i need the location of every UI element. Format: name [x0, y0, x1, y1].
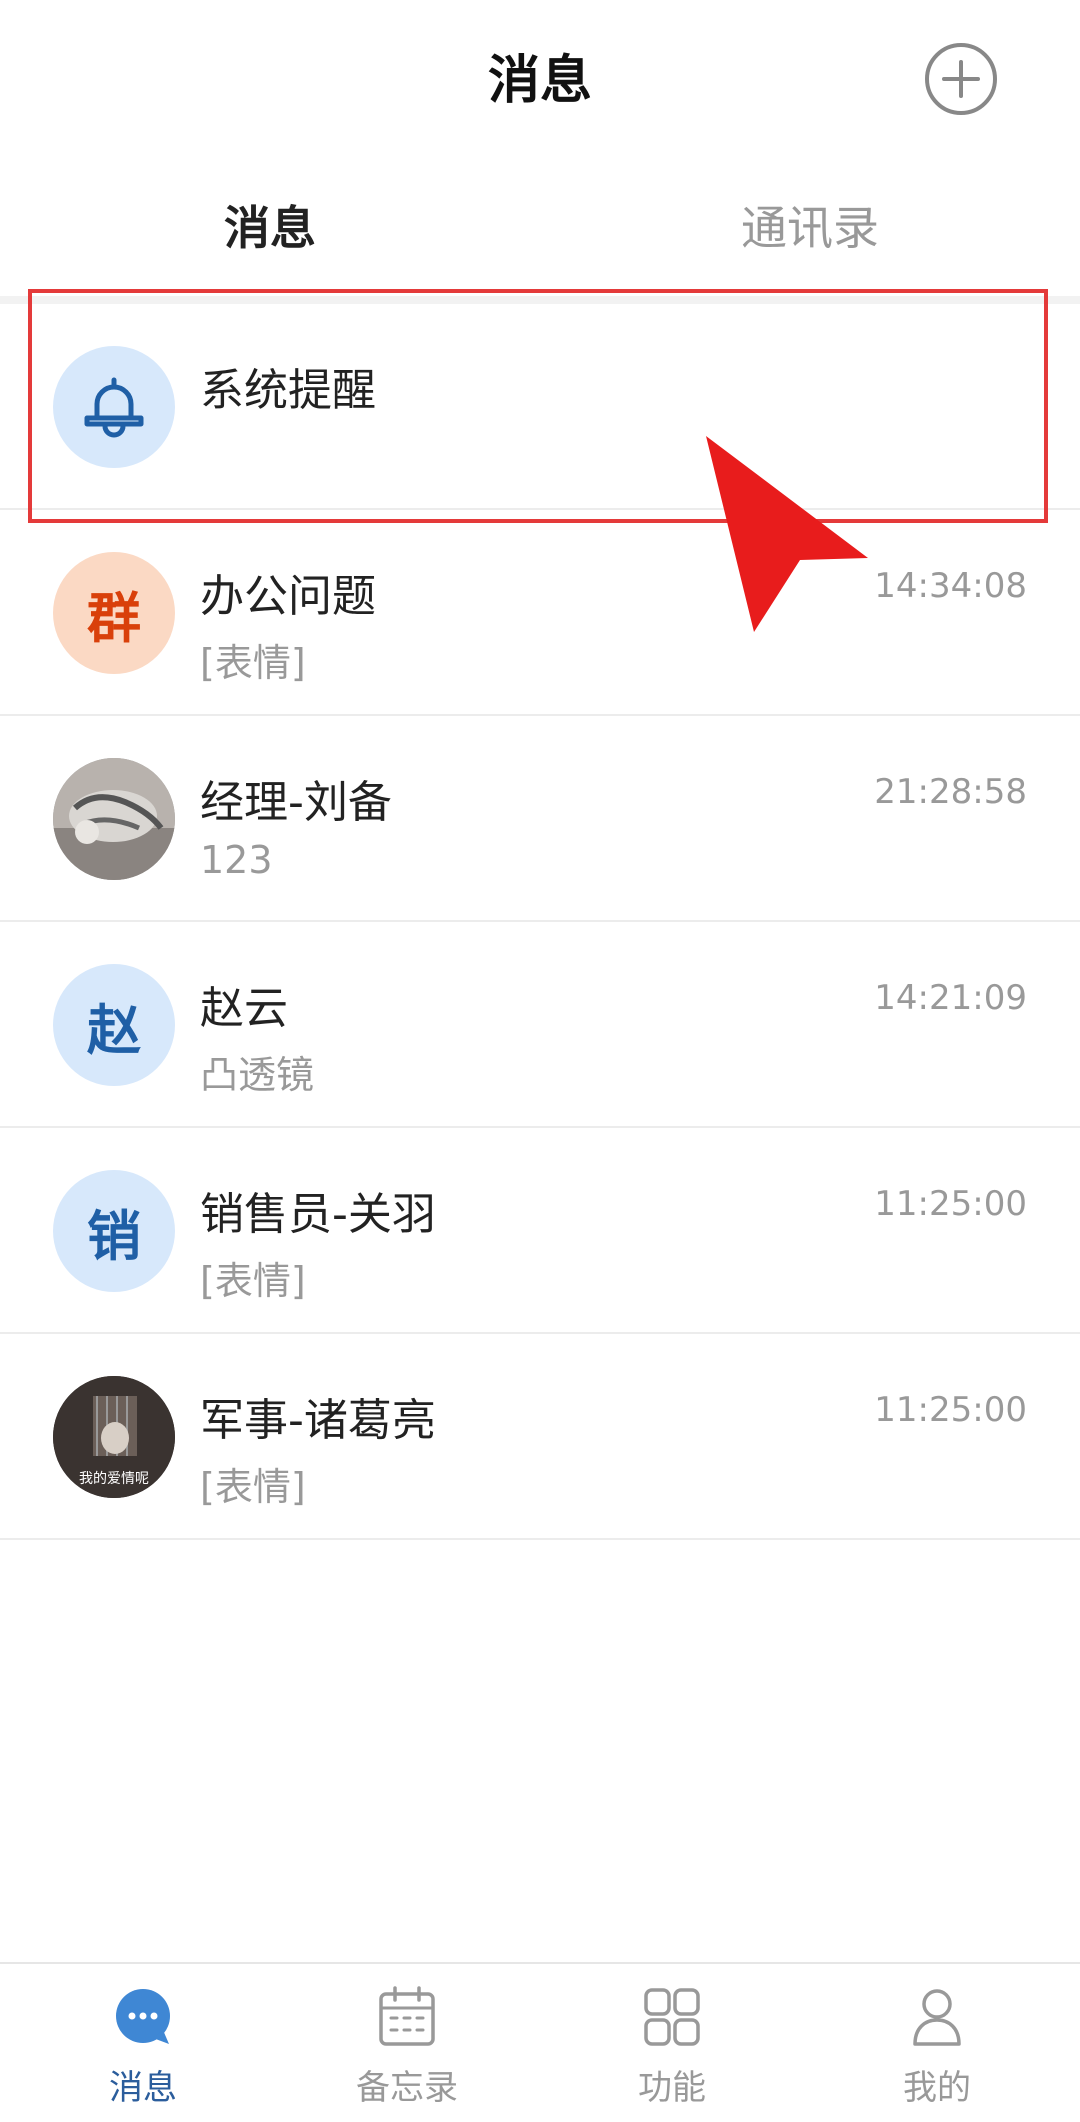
- list-item[interactable]: 销 销售员-关羽 [表情] 11:25:00: [0, 1128, 1080, 1334]
- timestamp: 14:21:09: [874, 978, 1027, 1018]
- list-item[interactable]: 经理-刘备 123 21:28:58: [0, 716, 1080, 922]
- avatar: 赵: [53, 964, 175, 1086]
- grid-icon: [644, 1988, 700, 2046]
- chat-bubble-icon: [116, 1989, 170, 2044]
- page-title: 消息: [487, 51, 592, 111]
- avatar: 群: [53, 552, 175, 674]
- conversation-name: 销售员-关羽: [200, 1189, 436, 1240]
- list-item[interactable]: 赵 赵云 凸透镜 14:21:09: [0, 922, 1080, 1128]
- list-item-system-reminder[interactable]: 系统提醒: [0, 304, 1080, 510]
- conversation-name: 军事-诸葛亮: [200, 1395, 436, 1446]
- message-preview: [表情]: [200, 1259, 306, 1303]
- nav-messages[interactable]: 消息: [8, 1964, 278, 2122]
- tab-bar: 消息 通讯录: [0, 170, 1080, 304]
- tab-contacts[interactable]: 通讯录: [540, 192, 1080, 258]
- avatar: 销: [53, 1170, 175, 1292]
- add-icon[interactable]: [922, 40, 1000, 118]
- avatar: 我的爱情呢: [53, 1376, 175, 1498]
- conversation-name: 经理-刘备: [200, 777, 392, 828]
- nav-functions[interactable]: 功能: [537, 1964, 807, 2122]
- nav-label: 消息: [109, 2068, 177, 2108]
- list-item[interactable]: 我的爱情呢 军事-诸葛亮 [表情] 11:25:00: [0, 1334, 1080, 1540]
- person-icon: [913, 1989, 961, 2046]
- conversation-name: 办公问题: [200, 571, 376, 622]
- bell-icon: [84, 377, 144, 438]
- timestamp: 11:25:00: [874, 1184, 1027, 1224]
- message-preview: 凸透镜: [200, 1053, 315, 1097]
- conversation-name: 赵云: [200, 983, 288, 1034]
- divider: [0, 296, 1080, 304]
- timestamp: 11:25:00: [874, 1390, 1027, 1430]
- nav-label: 备忘录: [356, 2068, 458, 2108]
- avatar: [53, 758, 175, 880]
- avatar: [53, 346, 175, 468]
- list-item[interactable]: 群 办公问题 [表情] 14:34:08: [0, 510, 1080, 716]
- conversation-name: 系统提醒: [200, 365, 376, 416]
- nav-mine[interactable]: 我的: [802, 1964, 1072, 2122]
- message-preview: [表情]: [200, 641, 306, 685]
- timestamp: 14:34:08: [874, 566, 1027, 606]
- message-preview: 123: [200, 838, 273, 882]
- timestamp: 21:28:58: [874, 772, 1027, 812]
- tab-messages[interactable]: 消息: [0, 192, 540, 258]
- conversation-list: 系统提醒 群 办公问题 [表情] 14:34:08 经理-刘备 123 21:2…: [0, 304, 1080, 1540]
- calendar-icon: [379, 1986, 435, 2046]
- message-preview: [表情]: [200, 1465, 306, 1509]
- bottom-nav: 消息 备忘录 功能 我的: [0, 1962, 1080, 2120]
- cat-photo-icon: [53, 758, 175, 880]
- nav-memo[interactable]: 备忘录: [272, 1964, 542, 2122]
- nav-label: 我的: [903, 2068, 971, 2108]
- header: 消息: [0, 0, 1080, 160]
- avatar-caption: 我的爱情呢: [79, 1471, 149, 1487]
- nav-label: 功能: [638, 2068, 706, 2108]
